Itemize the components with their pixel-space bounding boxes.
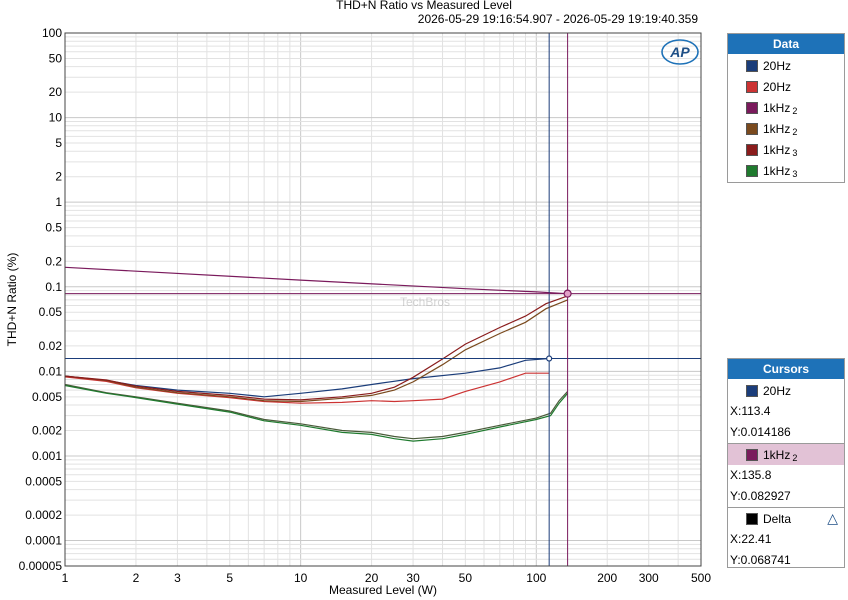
x-tick-label: 300 [639,571,659,585]
legend-label: 20Hz [763,79,792,94]
legend-sub: 3 [792,168,798,179]
legend-swatch [746,80,758,93]
y-tick-label: 100 [42,26,62,40]
y-tick-label: 0.05 [39,305,63,319]
cursors-title: Cursors [728,359,844,379]
legend-swatch [746,122,758,135]
y-tick-label: 0.2 [45,254,62,268]
x-tick-label: 50 [459,571,473,585]
legend-label: 1kHz [763,163,791,178]
x-tick-label: 5 [226,571,233,585]
watermark: TechBros [400,295,450,309]
legend-label: 20Hz [763,58,792,73]
x-tick-label: 10 [294,571,308,585]
delta-x: X:22.41 [730,532,772,546]
cursor2-y: Y:0.082927 [730,489,791,503]
y-tick-label: 0.5 [45,221,62,235]
delta-row[interactable]: Delta △ [728,508,844,529]
grid [64,32,702,567]
delta-swatch [746,512,758,525]
x-tick-label: 3 [174,571,181,585]
legend-swatch [746,143,758,156]
data-legend-title: Data [728,34,844,54]
y-axis-label: THD+N Ratio (%) [5,253,19,347]
y-tick-label: 0.1 [45,280,62,294]
cursor2-x: X:135.8 [730,468,772,482]
legend-label: 1kHz [763,121,791,136]
series-line [64,384,569,442]
delta-label: Delta [763,511,792,526]
x-tick-label: 100 [526,571,546,585]
cursor2-swatch [746,448,758,461]
cursor2-label: 1kHz [763,447,791,462]
legend-item[interactable]: 1kHz 2 [728,97,844,118]
legend-item[interactable]: 20Hz [728,55,844,76]
y-tick-label: 0.00005 [19,559,63,573]
legend-label: 1kHz [763,142,791,157]
y-tick-label: 0.005 [32,390,62,404]
y-tick-label: 0.0002 [25,508,62,522]
cursor-marker [546,355,553,362]
y-tick-label: 50 [49,51,63,65]
cursor2-sub: 2 [792,452,798,463]
legend-swatch [746,101,758,114]
legend-item[interactable]: 1kHz 3 [728,160,844,181]
y-tick-label: 0.01 [39,364,63,378]
y-tick-label: 20 [49,85,63,99]
series-line [64,357,550,398]
legend-sub: 2 [792,105,798,116]
watermark-text: TechBros [400,295,450,309]
cursors-panel: Cursors 20Hz X:113.4 Y:0.014186 1kHz 2 X:… [727,358,845,568]
cursor1-label: 20Hz [763,383,792,398]
cursor1-x: X:113.4 [730,404,771,418]
series-line [64,372,550,404]
legend-item[interactable]: 1kHz 2 [728,118,844,139]
data-legend-panel: Data 20Hz 20Hz 1kHz 2 1kHz 2 1kHz 3 1kHz 3 [727,33,845,183]
cursor2-row[interactable]: 1kHz 2 [728,444,844,465]
legend-item[interactable]: 1kHz 3 [728,139,844,160]
y-tick-label: 10 [49,111,63,125]
y-tick-label: 2 [55,170,62,184]
y-tick-label: 0.002 [32,423,62,437]
x-tick-label: 500 [691,571,711,585]
cursor1-y: Y:0.014186 [730,425,791,439]
y-tick-label: 0.0005 [25,474,62,488]
y-tick-label: 0.001 [32,449,62,463]
x-axis-label: Measured Level (W) [329,583,437,597]
y-tick-label: 0.0001 [25,534,62,548]
legend-sub: 2 [792,126,798,137]
delta-icon[interactable]: △ [827,510,838,527]
x-tick-label: 1 [62,571,69,585]
thd-plot[interactable]: 1 2 3 5 10 20 30 50 100 200 300 5001005020105210.50… [0,0,720,600]
delta-y: Y:0.068741 [730,553,791,567]
y-tick-label: 5 [55,136,62,150]
x-tick-label: 200 [597,571,617,585]
cursor1-row[interactable]: 20Hz [728,380,844,401]
legend-item[interactable]: 20Hz [728,76,844,97]
cursor1-swatch [746,384,758,397]
y-tick-label: 0.02 [39,339,63,353]
legend-swatch [746,164,758,177]
ap-logo-text: AP [669,44,690,60]
legend-swatch [746,59,758,72]
cursor-marker [563,289,572,298]
series-line [64,266,568,295]
y-tick-label: 1 [55,195,62,209]
legend-sub: 3 [792,147,798,158]
legend-label: 1kHz [763,100,791,115]
x-tick-label: 2 [133,571,140,585]
